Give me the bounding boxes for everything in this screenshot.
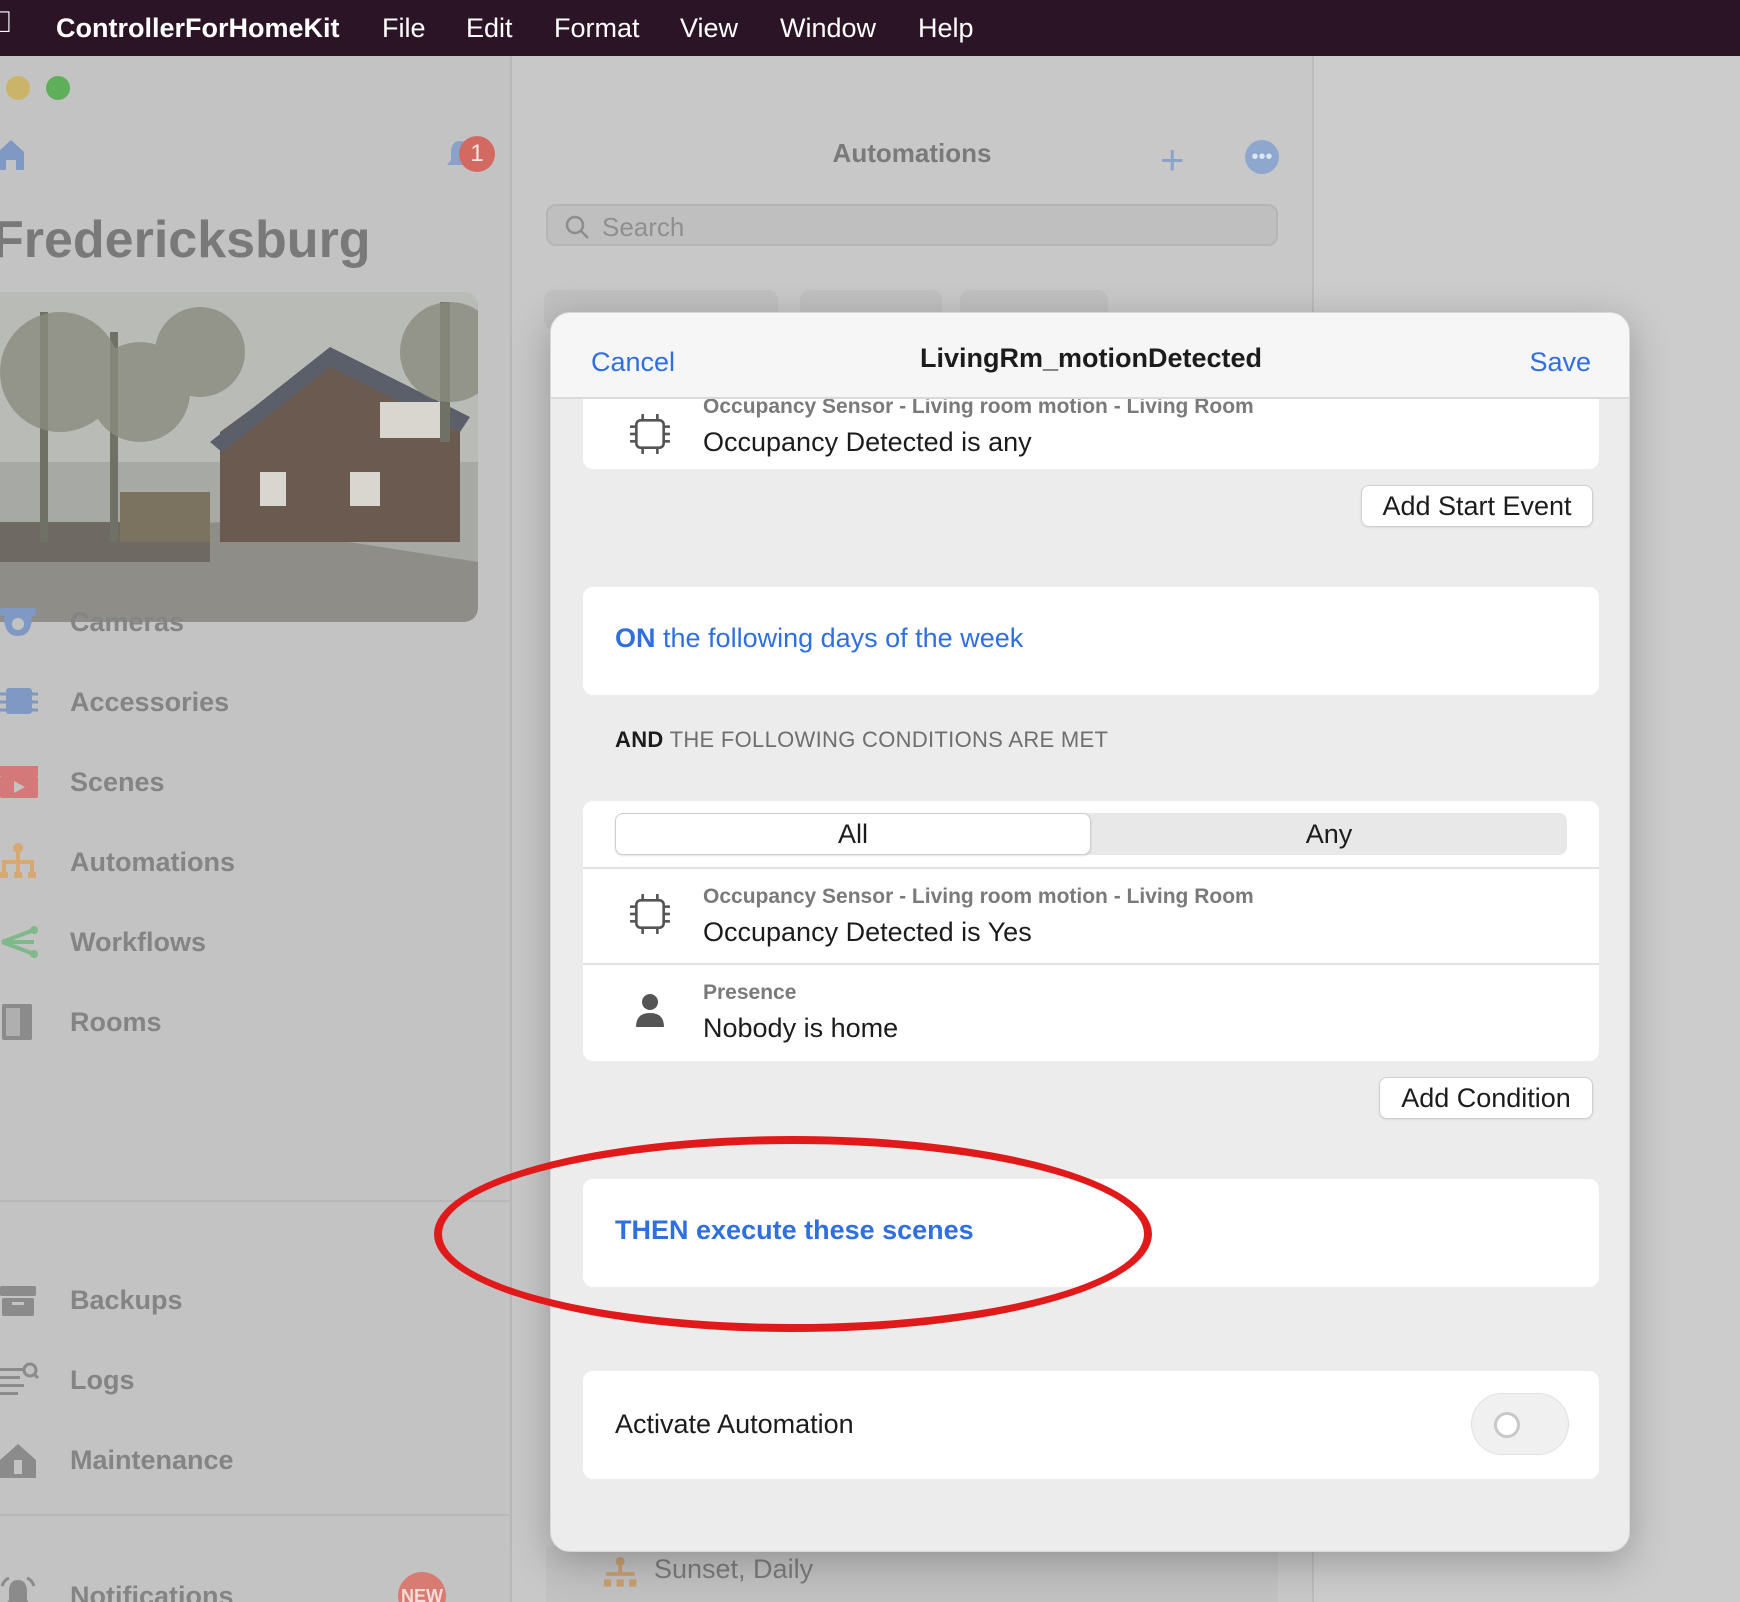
door-icon [2,1004,32,1040]
chip-icon [630,414,670,454]
notification-count-badge: 1 [459,136,495,172]
sidebar: 1 Fredericksburg Cameras Accessories Sce… [0,56,512,1602]
menu-view[interactable]: View [680,13,738,44]
home-icon[interactable] [0,136,26,172]
activate-automation-label: Activate Automation [615,1409,854,1439]
row-title: Nobody is home [703,1013,899,1043]
then-scenes-link: THEN execute these scenes [615,1215,974,1245]
activate-automation-toggle[interactable] [1471,1393,1569,1455]
sidebar-item-label: Scenes [70,766,165,797]
menu-window[interactable]: Window [780,13,876,44]
row-subtitle: Occupancy Sensor - Living room motion - … [703,885,1254,908]
sidebar-item-workflows[interactable]: Workflows [0,912,480,972]
camera-icon [0,608,36,636]
sidebar-item-label: Logs [70,1364,135,1395]
search-input[interactable]: Search [546,204,1278,246]
row-title: Occupancy Detected is Yes [703,917,1032,947]
conditions-header: AND THE FOLLOWING CONDITIONS ARE MET [615,727,1109,752]
sidebar-item-label: Accessories [70,686,230,717]
workflow-icon [1,926,38,958]
add-condition-button[interactable]: Add Condition [1379,1077,1593,1119]
sidebar-item-scenes[interactable]: Scenes [0,752,480,812]
new-badge: NEW [398,1572,446,1602]
days-of-week-row[interactable]: ON the following days of the week [583,587,1599,695]
sidebar-item-accessories[interactable]: Accessories [0,672,480,732]
sidebar-item-label: Automations [70,846,235,877]
logs-icon [0,1362,40,1395]
add-start-event-button[interactable]: Add Start Event [1361,485,1593,527]
toggle-knob [1494,1412,1520,1438]
sidebar-item-label: Workflows [70,926,207,957]
minimize-window-button[interactable] [6,76,30,100]
sidebar-item-automations[interactable]: Automations [0,832,480,892]
save-button[interactable]: Save [1529,347,1591,378]
chip-icon [630,894,670,934]
app-menu[interactable]: ControllerForHomeKit [56,13,340,44]
sidebar-item-label: Rooms [70,1006,162,1037]
activate-automation-row: Activate Automation [583,1371,1599,1479]
menu-format[interactable]: Format [554,13,640,44]
all-any-segmented-control: All Any [615,813,1567,855]
sidebar-item-logs[interactable]: Logs [0,1350,480,1410]
condition-row[interactable]: Occupancy Sensor - Living room motion - … [583,869,1599,963]
segment-all[interactable]: All [615,813,1091,855]
menu-bar:  ControllerForHomeKit File Edit Format … [0,0,1740,56]
automation-icon [0,843,36,878]
automation-icon [604,1556,637,1587]
chip-icon [0,688,38,714]
list-item[interactable]: Sunset, Daily [546,1546,1278,1602]
sidebar-item-rooms[interactable]: Rooms [0,992,480,1052]
sidebar-divider [0,1200,512,1202]
menu-file[interactable]: File [382,13,426,44]
condition-row[interactable]: Presence Nobody is home [583,965,1599,1061]
sidebar-item-label: Notifications [70,1580,234,1602]
apple-icon[interactable]:  [0,6,13,40]
automation-editor-modal: Cancel LivingRm_motionDetected Save Occu… [550,312,1630,1552]
conditions-card: All Any Occupancy Sensor - Living room m… [583,801,1599,1061]
then-scenes-row[interactable]: THEN execute these scenes [583,1179,1599,1287]
sidebar-divider [0,1514,512,1516]
menu-edit[interactable]: Edit [466,13,513,44]
sidebar-item-maintenance[interactable]: Maintenance [0,1430,480,1490]
row-subtitle: Presence [703,981,797,1004]
sidebar-item-label: Backups [70,1284,183,1315]
archive-icon [0,1286,36,1316]
person-icon [636,994,664,1027]
modal-header: Cancel LivingRm_motionDetected Save [551,313,1629,399]
clapper-icon [0,766,38,798]
search-icon [565,215,589,239]
alarm-bell-icon [0,1576,36,1602]
search-placeholder: Search [602,212,685,242]
sidebar-item-cameras[interactable]: Cameras [0,592,480,652]
sidebar-item-label: Cameras [70,606,185,637]
menu-help[interactable]: Help [918,13,974,44]
home-name: Fredericksburg [0,211,371,269]
segment-any[interactable]: Any [1091,813,1567,855]
sidebar-item-label: Maintenance [70,1444,234,1475]
list-title: Automations [832,138,992,168]
row-title: Occupancy Detected is any [703,427,1032,457]
days-of-week-link: ON the following days of the week [615,623,1024,653]
add-automation-icon[interactable]: + [1160,136,1185,184]
modal-title: LivingRm_motionDetected [919,343,1263,373]
zoom-window-button[interactable] [46,76,70,100]
more-options-icon[interactable]: ••• [1245,140,1279,174]
sidebar-item-backups[interactable]: Backups [0,1270,480,1330]
list-item-label: Sunset, Daily [654,1554,814,1584]
sidebar-item-notifications[interactable]: Notifications NEW [0,1566,480,1602]
home-photo [0,292,478,622]
house-wrench-icon [0,1444,36,1478]
